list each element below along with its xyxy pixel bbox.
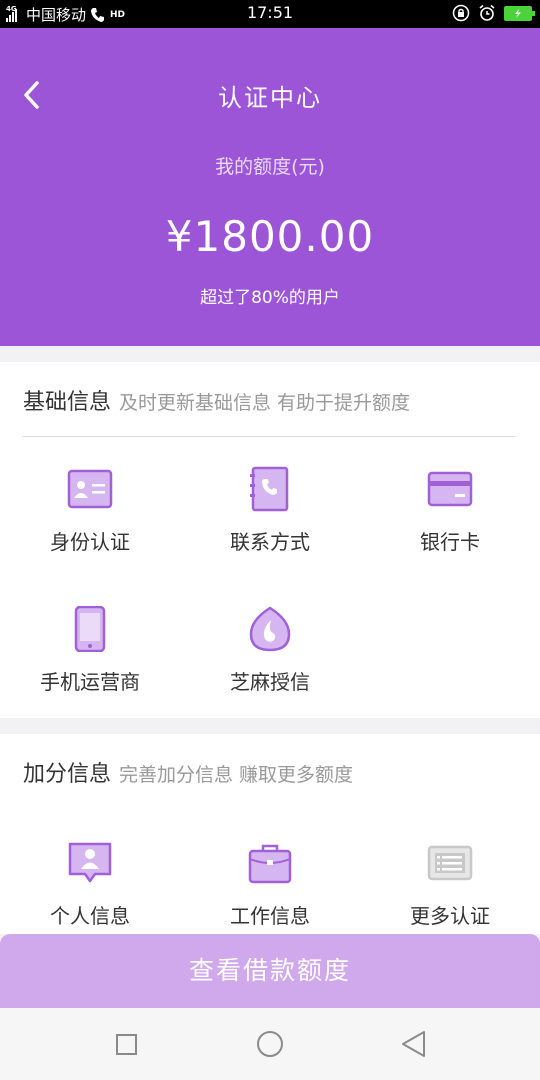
personal-info-item[interactable]: 个人信息 [0, 840, 180, 929]
header: 认证中心 我的额度(元) ¥1800.00 超过了80%的用户 [0, 28, 540, 346]
mobile-carrier-item[interactable]: 手机运营商 [0, 606, 180, 695]
mobile-phone-icon [74, 606, 106, 652]
quota-note: 超过了80%的用户 [200, 288, 340, 308]
quota-label: 我的额度(元) [215, 156, 325, 178]
briefcase-icon [248, 844, 292, 884]
more-auth-icon [427, 845, 473, 881]
section-subtitle: 及时更新基础信息 有助于提升额度 [119, 392, 411, 414]
more-auth-item[interactable]: 更多认证 [360, 840, 540, 929]
item-label: 个人信息 [50, 904, 130, 928]
id-auth-item[interactable]: 身份认证 [0, 466, 180, 555]
item-label: 更多认证 [410, 904, 490, 928]
back-icon[interactable] [398, 1028, 430, 1060]
view-loan-quota-button[interactable]: 查看借款额度 [0, 934, 540, 1008]
basic-info-section: 基础信息 及时更新基础信息 有助于提升额度 身份认证 联系方式 银行卡 手机运营… [0, 362, 540, 718]
status-bar: 4G 中国移动 HD 17:51 [0, 0, 540, 28]
home-icon[interactable] [254, 1028, 286, 1060]
sesame-credit-item[interactable]: 芝麻授信 [180, 606, 360, 695]
item-label: 身份认证 [50, 530, 130, 554]
recent-apps-icon[interactable] [110, 1028, 142, 1060]
item-label: 联系方式 [230, 530, 310, 554]
contact-info-item[interactable]: 联系方式 [180, 466, 360, 555]
sesame-credit-icon [249, 606, 291, 652]
section-title: 加分信息 [23, 762, 112, 787]
basic-info-header: 基础信息 及时更新基础信息 有助于提升额度 [23, 384, 410, 416]
navigation-bar [0, 1008, 540, 1080]
work-info-item[interactable]: 工作信息 [180, 840, 360, 929]
item-label: 银行卡 [420, 530, 480, 554]
contacts-book-icon [250, 466, 289, 512]
bank-card-icon [427, 471, 473, 507]
status-bar-right [452, 4, 535, 22]
id-card-icon [67, 469, 113, 509]
bank-card-item[interactable]: 银行卡 [360, 466, 540, 555]
bonus-info-section: 加分信息 完善加分信息 赚取更多额度 个人信息 工作信息 更多认证 [0, 734, 540, 934]
personal-info-icon [68, 842, 112, 883]
divider [22, 436, 517, 437]
quota-amount: ¥1800.00 [165, 212, 375, 261]
lock-rotation-icon [452, 4, 470, 22]
item-label: 芝麻授信 [230, 670, 310, 694]
alarm-icon [479, 4, 495, 21]
item-label: 手机运营商 [40, 670, 140, 694]
section-subtitle: 完善加分信息 赚取更多额度 [119, 764, 354, 786]
battery-icon [504, 5, 535, 21]
item-label: 工作信息 [230, 904, 310, 928]
page-title: 认证中心 [218, 84, 322, 112]
section-title: 基础信息 [23, 390, 112, 415]
bonus-info-header: 加分信息 完善加分信息 赚取更多额度 [23, 756, 353, 788]
